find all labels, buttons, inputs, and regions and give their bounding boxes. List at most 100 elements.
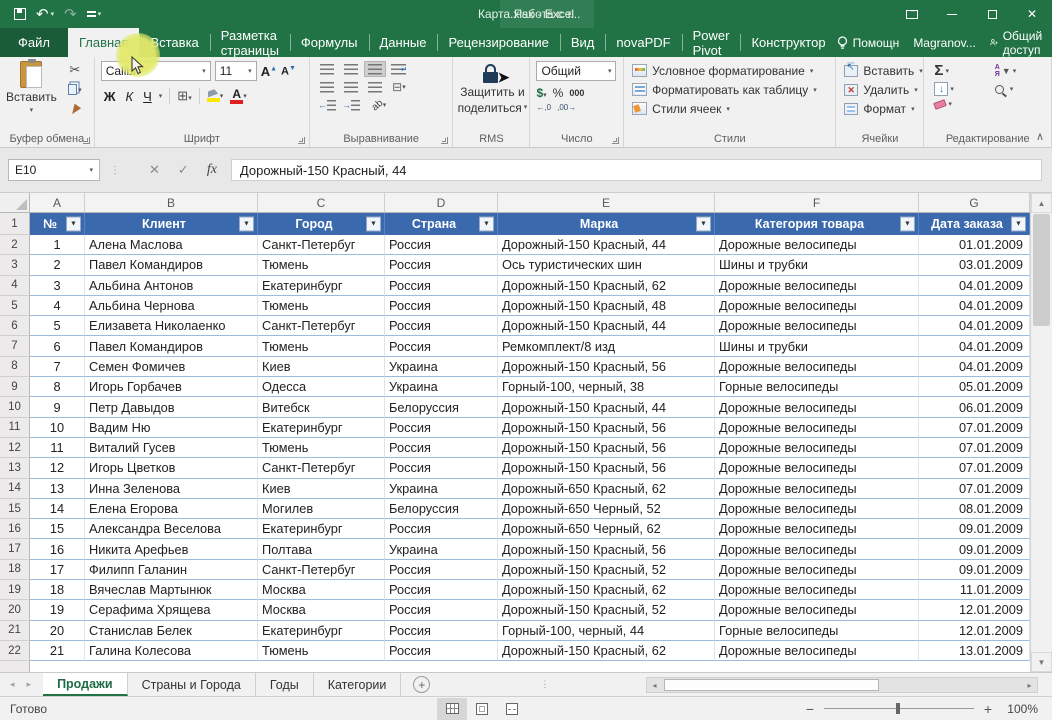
- cell[interactable]: Горные велосипеды: [715, 377, 919, 397]
- cell[interactable]: Россия: [385, 621, 498, 641]
- borders-button[interactable]: ⊞▾: [177, 88, 191, 104]
- increase-indent-button[interactable]: →: [340, 97, 362, 113]
- tab-формулы[interactable]: Формулы: [290, 28, 369, 57]
- cell[interactable]: Дорожный-650 Красный, 62: [498, 479, 715, 499]
- cell[interactable]: Виталий Гусев: [85, 438, 258, 458]
- table-header-cell[interactable]: Марка▼: [498, 213, 715, 235]
- cell[interactable]: 18: [30, 580, 85, 600]
- comma-style-button[interactable]: 000: [569, 88, 584, 98]
- cell[interactable]: 04.01.2009: [919, 276, 1030, 296]
- cell[interactable]: Дорожный-650 Черный, 62: [498, 519, 715, 539]
- tab-рецензирование[interactable]: Рецензирование: [437, 28, 559, 57]
- undo-button[interactable]: ↶▾: [36, 7, 54, 22]
- insert-function-button[interactable]: fx: [207, 162, 217, 178]
- close-button[interactable]: ✕: [1012, 0, 1052, 28]
- cell[interactable]: 09.01.2009: [919, 519, 1030, 539]
- row-header-11[interactable]: 11: [0, 418, 30, 438]
- cell[interactable]: Тюмень: [258, 255, 385, 275]
- row-header-1[interactable]: 1: [0, 213, 30, 235]
- cell[interactable]: Санкт-Петербуг: [258, 458, 385, 478]
- scroll-right-button[interactable]: ▸: [1022, 678, 1037, 692]
- filter-button[interactable]: ▼: [900, 217, 915, 232]
- bold-button[interactable]: Ж: [101, 89, 119, 104]
- column-header-F[interactable]: F: [715, 193, 919, 212]
- cell[interactable]: Россия: [385, 296, 498, 316]
- cell[interactable]: Дорожные велосипеды: [715, 458, 919, 478]
- cell[interactable]: Россия: [385, 560, 498, 580]
- cell[interactable]: Россия: [385, 580, 498, 600]
- cell[interactable]: Инна Зеленова: [85, 479, 258, 499]
- cell[interactable]: 13.01.2009: [919, 641, 1030, 661]
- cell[interactable]: Дорожные велосипеды: [715, 560, 919, 580]
- orientation-button[interactable]: ab▾: [364, 97, 394, 113]
- increase-decimal-button[interactable]: ←,0: [536, 103, 551, 112]
- fill-button[interactable]: ↓▾: [934, 82, 984, 96]
- cell[interactable]: Павел Командиров: [85, 336, 258, 356]
- cell[interactable]: Вячеслав Мартынюк: [85, 580, 258, 600]
- row-header-22[interactable]: 22: [0, 641, 30, 661]
- cell[interactable]: Дорожный-150 Красный, 44: [498, 235, 715, 255]
- filter-button[interactable]: ▼: [479, 217, 494, 232]
- row-header-4[interactable]: 4: [0, 276, 30, 296]
- cell[interactable]: Киев: [258, 357, 385, 377]
- normal-view-button[interactable]: [437, 698, 467, 720]
- cell[interactable]: Игорь Цветков: [85, 458, 258, 478]
- cell[interactable]: 07.01.2009: [919, 458, 1030, 478]
- cell[interactable]: 2: [30, 255, 85, 275]
- cell[interactable]: Елизавета Николаенко: [85, 316, 258, 336]
- tab-данные[interactable]: Данные: [369, 28, 438, 57]
- cell[interactable]: Дорожные велосипеды: [715, 316, 919, 336]
- cell[interactable]: 04.01.2009: [919, 357, 1030, 377]
- percent-style-button[interactable]: %: [553, 86, 564, 100]
- dialog-launcher-icon[interactable]: [298, 137, 305, 144]
- cancel-entry-button[interactable]: ✕: [149, 162, 160, 178]
- row-header-2[interactable]: 2: [0, 235, 30, 255]
- cell[interactable]: Дорожные велосипеды: [715, 397, 919, 417]
- cell[interactable]: Полтава: [258, 539, 385, 559]
- cell[interactable]: Дорожный-150 Красный, 56: [498, 357, 715, 377]
- cell[interactable]: Россия: [385, 600, 498, 620]
- align-middle-button[interactable]: [340, 61, 362, 77]
- maximize-button[interactable]: [972, 0, 1012, 28]
- cell[interactable]: Дорожные велосипеды: [715, 438, 919, 458]
- vertical-scroll-thumb[interactable]: [1033, 214, 1050, 326]
- cell[interactable]: Россия: [385, 458, 498, 478]
- cell[interactable]: 06.01.2009: [919, 397, 1030, 417]
- cell[interactable]: Шины и трубки: [715, 336, 919, 356]
- name-box[interactable]: E10 ▾: [8, 159, 100, 181]
- zoom-slider[interactable]: [824, 708, 974, 709]
- align-bottom-button[interactable]: [364, 61, 386, 77]
- cell[interactable]: Филипп Галанин: [85, 560, 258, 580]
- decrease-decimal-button[interactable]: ,00→: [557, 103, 576, 112]
- cell[interactable]: Россия: [385, 519, 498, 539]
- cell[interactable]: Дорожный-150 Красный, 62: [498, 276, 715, 296]
- cell[interactable]: Россия: [385, 276, 498, 296]
- filter-button[interactable]: ▼: [1011, 217, 1026, 232]
- scroll-up-button[interactable]: ▲: [1031, 193, 1052, 213]
- filter-button[interactable]: ▼: [366, 217, 381, 232]
- font-name-combo[interactable]: Calibri▾: [101, 61, 211, 81]
- cell[interactable]: 04.01.2009: [919, 316, 1030, 336]
- sheet-tab-продажи[interactable]: Продажи: [43, 673, 128, 696]
- cell[interactable]: 16: [30, 539, 85, 559]
- row-header-9[interactable]: 9: [0, 377, 30, 397]
- row-header-3[interactable]: 3: [0, 255, 30, 275]
- cell[interactable]: 13: [30, 479, 85, 499]
- tab-file[interactable]: Файл: [0, 28, 68, 57]
- row-header-20[interactable]: 20: [0, 600, 30, 620]
- prev-sheet-button[interactable]: ◂: [10, 679, 15, 690]
- cell[interactable]: Дорожный-150 Красный, 62: [498, 641, 715, 661]
- cell[interactable]: Дорожные велосипеды: [715, 296, 919, 316]
- protect-share-button[interactable]: ➤ Защитить и поделиться▾: [459, 62, 525, 114]
- column-header-D[interactable]: D: [385, 193, 498, 212]
- cell[interactable]: Екатеринбург: [258, 276, 385, 296]
- format-cells-button[interactable]: Формат ▾: [844, 99, 919, 118]
- cell[interactable]: Никита Арефьев: [85, 539, 258, 559]
- cell[interactable]: 14: [30, 499, 85, 519]
- cell[interactable]: Петр Давыдов: [85, 397, 258, 417]
- copy-button[interactable]: ▾: [63, 81, 87, 98]
- tab-вид[interactable]: Вид: [560, 28, 606, 57]
- cell[interactable]: Тюмень: [258, 296, 385, 316]
- row-header-5[interactable]: 5: [0, 296, 30, 316]
- cell[interactable]: Галина Колесова: [85, 641, 258, 661]
